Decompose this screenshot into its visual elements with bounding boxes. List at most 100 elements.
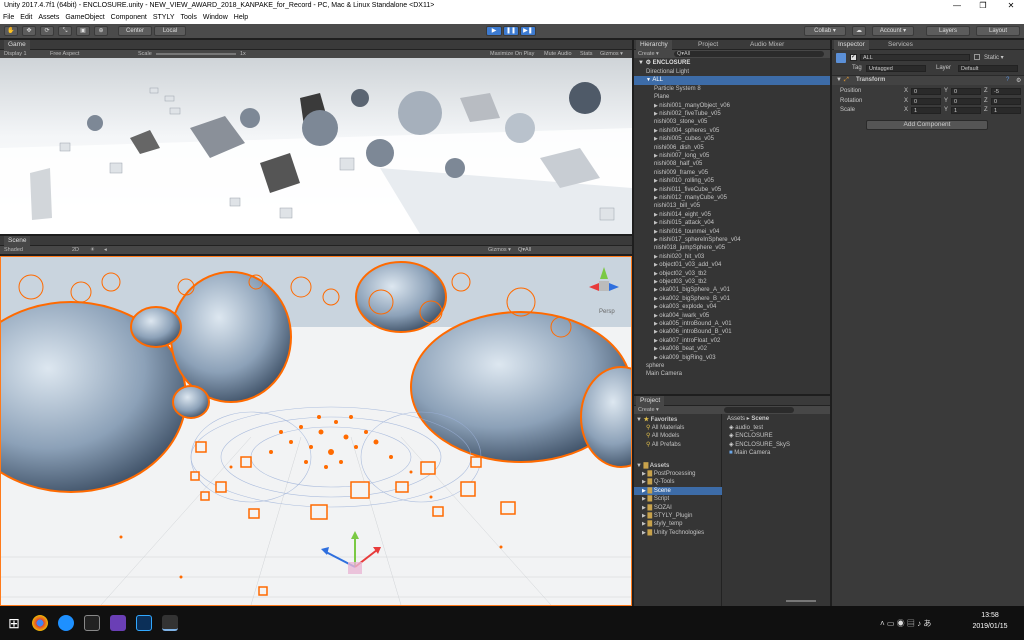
- visual-studio-icon[interactable]: [110, 615, 126, 631]
- 2d-toggle[interactable]: 2D: [72, 246, 79, 254]
- z-field[interactable]: 0: [991, 97, 1021, 105]
- foldout-closed-icon[interactable]: ▶: [642, 521, 646, 527]
- pause-button[interactable]: ❚❚: [503, 26, 519, 36]
- rect-tool-icon[interactable]: ▣: [76, 26, 90, 36]
- step-button[interactable]: ▶❚: [520, 26, 536, 36]
- hierarchy-item[interactable]: nishi009_frame_v05: [634, 169, 830, 177]
- tab-game[interactable]: Game: [4, 40, 30, 50]
- hierarchy-item[interactable]: ▶ object03_v03_tb2: [634, 278, 830, 286]
- project-file-item[interactable]: ◈ ENCLOSURE: [724, 432, 830, 440]
- hierarchy-item[interactable]: ▶ nishi002_fiveTube_v05: [634, 110, 830, 118]
- hierarchy-item[interactable]: nishi013_bill_v05: [634, 202, 830, 210]
- collab-button[interactable]: Collab ▾: [804, 26, 846, 36]
- unity-icon[interactable]: [84, 615, 100, 631]
- hierarchy-item[interactable]: ▶ nishi007_long_v05: [634, 152, 830, 160]
- project-create-button[interactable]: Create ▾: [638, 406, 659, 414]
- cloud-icon[interactable]: ☁: [852, 26, 866, 36]
- hierarchy-item[interactable]: Plane: [634, 93, 830, 101]
- game-viewport[interactable]: [0, 58, 632, 234]
- menu-component[interactable]: Component: [108, 12, 150, 24]
- hand-tool-icon[interactable]: ✋: [4, 26, 18, 36]
- asset-folder-item[interactable]: ▶ ▇ Script: [634, 495, 722, 503]
- scene-root-row[interactable]: ▼ ⚙ ENCLOSURE: [634, 59, 830, 67]
- hierarchy-item[interactable]: ▶ oka006_introBound_B_v01: [634, 328, 830, 336]
- x-field[interactable]: 0: [911, 88, 941, 95]
- z-field[interactable]: 1: [991, 107, 1021, 114]
- hierarchy-item[interactable]: ▶ nishi010_rolling_v05: [634, 177, 830, 185]
- y-field[interactable]: 0: [951, 88, 981, 95]
- hierarchy-item[interactable]: ▶ object01_v03_add_v04: [634, 261, 830, 269]
- tab-project-panel[interactable]: Project: [636, 396, 665, 406]
- transform-header[interactable]: ▼ ⤢ Transform ? ⚙: [832, 75, 1024, 85]
- hierarchy-item[interactable]: ▶ nishi015_attack_v04: [634, 219, 830, 227]
- breadcrumb-assets[interactable]: Assets: [727, 416, 745, 422]
- system-tray-icons[interactable]: ˄ ▭ ◉ ▤ ♪ あ: [880, 618, 931, 629]
- component-settings-icon[interactable]: ⚙: [1016, 77, 1021, 84]
- maximize-button[interactable]: ❐: [970, 0, 996, 12]
- hierarchy-item[interactable]: nishi006_dish_v05: [634, 144, 830, 152]
- hierarchy-item[interactable]: ▶ oka003_explode_v04: [634, 303, 830, 311]
- y-field[interactable]: 1: [951, 107, 981, 114]
- tab-inspector[interactable]: Inspector: [834, 40, 869, 50]
- hierarchy-item[interactable]: sphere: [634, 362, 830, 370]
- hierarchy-item[interactable]: ▶ oka001_bigSphere_A_v01: [634, 286, 830, 294]
- hierarchy-item[interactable]: nishi018_jumpSphere_v05: [634, 244, 830, 252]
- asset-folder-item[interactable]: ▶ ▇ Unity Technologies: [634, 529, 722, 537]
- add-component-button[interactable]: Add Component: [866, 120, 988, 130]
- hierarchy-item[interactable]: ▶ nishi005_cubes_v05: [634, 135, 830, 143]
- rotate-tool-icon[interactable]: ⟳: [40, 26, 54, 36]
- hierarchy-item[interactable]: ▶ oka007_introFloat_v02: [634, 337, 830, 345]
- static-checkbox[interactable]: [974, 54, 980, 60]
- menu-tools[interactable]: Tools: [178, 12, 200, 24]
- transform-foldout-icon[interactable]: ▼: [836, 77, 842, 83]
- hierarchy-item[interactable]: ▶ oka004_iwark_v05: [634, 312, 830, 320]
- foldout-closed-icon[interactable]: ▶: [642, 513, 646, 519]
- hierarchy-search-input[interactable]: Q▾All: [674, 51, 824, 57]
- shading-dropdown[interactable]: Shaded: [4, 246, 23, 254]
- maximize-on-play-toggle[interactable]: Maximize On Play: [490, 50, 534, 58]
- close-button[interactable]: ✕: [998, 0, 1024, 12]
- chrome-icon[interactable]: [32, 615, 48, 631]
- menu-edit[interactable]: Edit: [17, 12, 35, 24]
- hierarchy-item[interactable]: Main Camera: [634, 370, 830, 378]
- project-file-item[interactable]: ◈ ENCLOSURE_SkyS: [724, 441, 830, 449]
- tab-project[interactable]: Project: [694, 40, 722, 50]
- asset-folder-item[interactable]: ▶ ▇ SOZAI: [634, 504, 722, 512]
- tag-dropdown[interactable]: Untagged: [866, 65, 926, 72]
- scene-gizmos-dropdown[interactable]: Gizmos ▾: [488, 246, 511, 254]
- active-checkbox[interactable]: ✓: [850, 54, 857, 61]
- menu-assets[interactable]: Assets: [35, 12, 62, 24]
- tab-audio-mixer[interactable]: Audio Mixer: [746, 40, 788, 50]
- x-field[interactable]: 1: [911, 107, 941, 114]
- gizmos-dropdown[interactable]: Gizmos ▾: [600, 50, 623, 58]
- hierarchy-item[interactable]: ▶ nishi016_tounmei_v04: [634, 228, 830, 236]
- y-field[interactable]: 0: [951, 97, 981, 105]
- account-button[interactable]: Account ▾: [872, 26, 914, 36]
- hierarchy-item[interactable]: ▶ nishi012_manyCube_v05: [634, 194, 830, 202]
- hierarchy-item[interactable]: Particle System 8: [634, 85, 830, 93]
- tab-scene[interactable]: Scene: [4, 236, 31, 246]
- asset-folder-item[interactable]: ▶ ▇ STYLY_Plugin: [634, 512, 722, 520]
- hierarchy-create-button[interactable]: Create ▾: [638, 50, 659, 58]
- menu-file[interactable]: File: [0, 12, 17, 24]
- hierarchy-item[interactable]: ▶ oka002_bigSphere_B_v01: [634, 295, 830, 303]
- x-field[interactable]: 0: [911, 97, 941, 105]
- scene-viewport[interactable]: Persp: [0, 256, 632, 606]
- browser-icon[interactable]: [58, 615, 74, 631]
- asset-folder-item[interactable]: ▶ ▇ Scene: [634, 486, 722, 496]
- foldout-closed-icon[interactable]: ▶: [642, 496, 646, 502]
- asset-folder-item[interactable]: ▶ ▇ PostProcessing: [634, 470, 722, 478]
- foldout-closed-icon[interactable]: ▶: [642, 505, 646, 511]
- menu-window[interactable]: Window: [200, 12, 231, 24]
- foldout-closed-icon[interactable]: ▶: [642, 471, 646, 477]
- hierarchy-item[interactable]: ▶ oka008_beat_v02: [634, 345, 830, 353]
- help-icon[interactable]: ?: [1006, 77, 1009, 83]
- photoshop-icon[interactable]: [136, 615, 152, 631]
- hierarchy-item[interactable]: ▼ ALL: [634, 76, 830, 85]
- hierarchy-item[interactable]: nishi003_stone_v05: [634, 118, 830, 126]
- pivot-toggle[interactable]: Center: [118, 26, 152, 36]
- menu-styly[interactable]: STYLY: [150, 12, 178, 24]
- layout-dropdown[interactable]: Layout: [976, 26, 1020, 36]
- static-dropdown[interactable]: Static ▾: [984, 54, 1004, 61]
- hierarchy-item[interactable]: ▶ nishi020_hit_v03: [634, 253, 830, 261]
